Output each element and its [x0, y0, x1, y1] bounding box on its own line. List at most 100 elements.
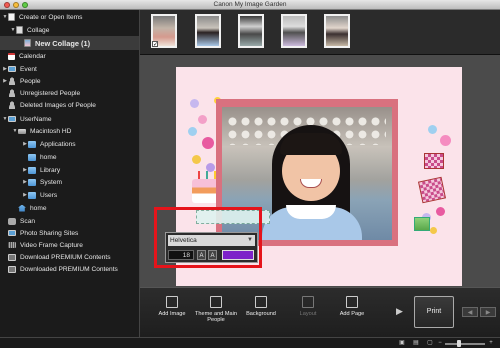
sidebar-item-label: UserName — [20, 115, 52, 123]
home-icon — [18, 204, 26, 212]
sidebar-item-collage[interactable]: ▼ Collage — [0, 24, 139, 36]
app-window: Canon My Image Garden ▼ Create or Open It… — [0, 0, 500, 348]
sidebar-item-label: Applications — [40, 140, 76, 148]
share-icon — [8, 230, 16, 236]
sidebar-item-new-collage[interactable]: New Collage (1) — [0, 36, 139, 50]
sidebar-item-home[interactable]: home — [0, 202, 139, 214]
sidebar-item-unregistered-people[interactable]: Unregistered People — [0, 87, 139, 99]
folder-icon — [28, 166, 36, 174]
sidebar-item-label: People — [20, 77, 41, 85]
sidebar-item-scan[interactable]: Scan — [0, 215, 139, 227]
person-icon — [8, 89, 16, 97]
sidebar-item-download-premium-contents[interactable]: Download PREMIUM Contents — [0, 251, 139, 263]
computer-icon — [8, 116, 16, 122]
film-icon — [8, 242, 16, 248]
theme-label: Theme and Main People — [195, 311, 237, 324]
sidebar-item-macintosh-hd[interactable]: ▼ Macintosh HD — [0, 125, 139, 137]
print-button[interactable]: Print — [414, 296, 454, 328]
image-thumbnail[interactable]: ✓ — [151, 14, 177, 48]
sidebar-item-label: Library — [40, 166, 61, 174]
layout-button[interactable]: Layout — [286, 296, 330, 317]
sidebar-item-library[interactable]: ▶ Library — [0, 164, 139, 176]
bottom-toolbar: Add Image Theme and Main People Backgrou… — [140, 287, 500, 337]
add-page-label: Add Page — [339, 311, 365, 317]
calendar-icon — [8, 52, 15, 60]
folder-icon — [28, 191, 36, 199]
page-icon — [8, 13, 15, 21]
add-image-label: Add Image — [158, 311, 186, 317]
flower-sticker — [190, 99, 199, 108]
flower-sticker — [430, 227, 437, 234]
background-icon — [255, 296, 267, 308]
event-icon — [8, 66, 16, 72]
title-bar: Canon My Image Garden — [0, 0, 500, 10]
flower-sticker — [192, 155, 201, 164]
sidebar-item-video-frame-capture[interactable]: Video Frame Capture — [0, 239, 139, 251]
next-page-button[interactable]: ▶ — [480, 307, 496, 317]
sidebar-item-downloaded-premium-contents[interactable]: Downloaded PREMIUM Contents — [0, 263, 139, 275]
image-thumbnail[interactable] — [238, 14, 264, 48]
sidebar-item-photo-sharing-sites[interactable]: Photo Sharing Sites — [0, 227, 139, 239]
image-thumbnail[interactable] — [195, 14, 221, 48]
add-image-icon — [166, 296, 178, 308]
download-icon — [8, 265, 16, 273]
zoom-in-icon[interactable]: + — [487, 340, 495, 347]
sidebar-item-system[interactable]: ▶ System — [0, 176, 139, 188]
sidebar-item-label: Scan — [20, 217, 36, 225]
sidebar-item-users[interactable]: ▶ Users — [0, 189, 139, 201]
sidebar-item-label: Unregistered People — [20, 89, 81, 97]
sidebar-item-label: New Collage (1) — [35, 38, 91, 48]
sidebar-item-label: Download PREMIUM Contents — [20, 253, 111, 261]
add-page-button[interactable]: Add Page — [330, 296, 374, 317]
sidebar-item-deleted-images-of-people[interactable]: Deleted Images of People — [0, 99, 139, 111]
sidebar-item-calendar[interactable]: Calendar — [0, 50, 139, 62]
sidebar: ▼ Create or Open Items ▼ Collage New Colla… — [0, 10, 140, 337]
image-thumbnail-strip: ✓ — [140, 10, 500, 55]
collage-page-icon — [24, 39, 31, 47]
sidebar-item-create-or-open-items[interactable]: ▼ Create or Open Items — [0, 11, 139, 23]
status-bar: ▣ ▤ ▢ − + — [0, 337, 500, 348]
sidebar-item-label: home — [40, 153, 57, 161]
sidebar-item-label: Downloaded PREMIUM Contents — [20, 265, 118, 273]
flower-sticker — [202, 137, 214, 149]
download-icon — [8, 253, 16, 261]
add-image-button[interactable]: Add Image — [150, 296, 194, 317]
sidebar-item-label: Calendar — [19, 52, 46, 60]
zoom-slider[interactable] — [445, 340, 485, 347]
sidebar-item-label: Create or Open Items — [19, 13, 83, 21]
sidebar-item-applications[interactable]: ▶ Applications — [0, 138, 139, 150]
flower-sticker — [188, 127, 197, 136]
sidebar-item-home-folder[interactable]: home — [0, 151, 139, 163]
drive-icon — [18, 128, 26, 134]
sidebar-item-label: Photo Sharing Sites — [20, 229, 79, 237]
fit-view-icon[interactable]: ▤ — [412, 340, 420, 347]
sidebar-item-username[interactable]: ▼ UserName — [0, 113, 139, 125]
sidebar-item-event[interactable]: ▶ Event — [0, 63, 139, 75]
background-button[interactable]: Background — [239, 296, 283, 317]
sidebar-item-people[interactable]: ▶ People — [0, 75, 139, 87]
people-icon — [8, 77, 16, 85]
gift-box-sticker — [414, 217, 430, 231]
theme-and-main-people-button[interactable]: Theme and Main People — [194, 296, 238, 324]
flower-sticker — [428, 125, 437, 134]
actual-size-icon[interactable]: ▢ — [426, 340, 434, 347]
sidebar-item-label: Event — [20, 65, 37, 73]
folder-icon — [28, 153, 36, 161]
image-thumbnail[interactable] — [281, 14, 307, 48]
image-thumbnail[interactable] — [324, 14, 350, 48]
scan-icon — [8, 217, 16, 225]
sidebar-item-label: Deleted Images of People — [20, 101, 96, 109]
highlight-box — [154, 207, 262, 268]
sidebar-item-label: Users — [40, 191, 58, 199]
checkbox-checked-icon[interactable]: ✓ — [152, 41, 158, 48]
window-title: Canon My Image Garden — [213, 0, 287, 8]
chevron-right-icon[interactable]: ▶ — [396, 306, 403, 317]
zoom-out-icon[interactable]: − — [436, 340, 444, 347]
collage-icon — [16, 26, 23, 34]
flower-sticker — [440, 135, 451, 146]
person-icon — [8, 101, 16, 109]
full-screen-icon[interactable]: ▣ — [398, 340, 406, 347]
previous-page-button[interactable]: ◀ — [462, 307, 478, 317]
zoom-slider-knob[interactable] — [457, 340, 461, 347]
add-page-icon — [346, 296, 358, 308]
